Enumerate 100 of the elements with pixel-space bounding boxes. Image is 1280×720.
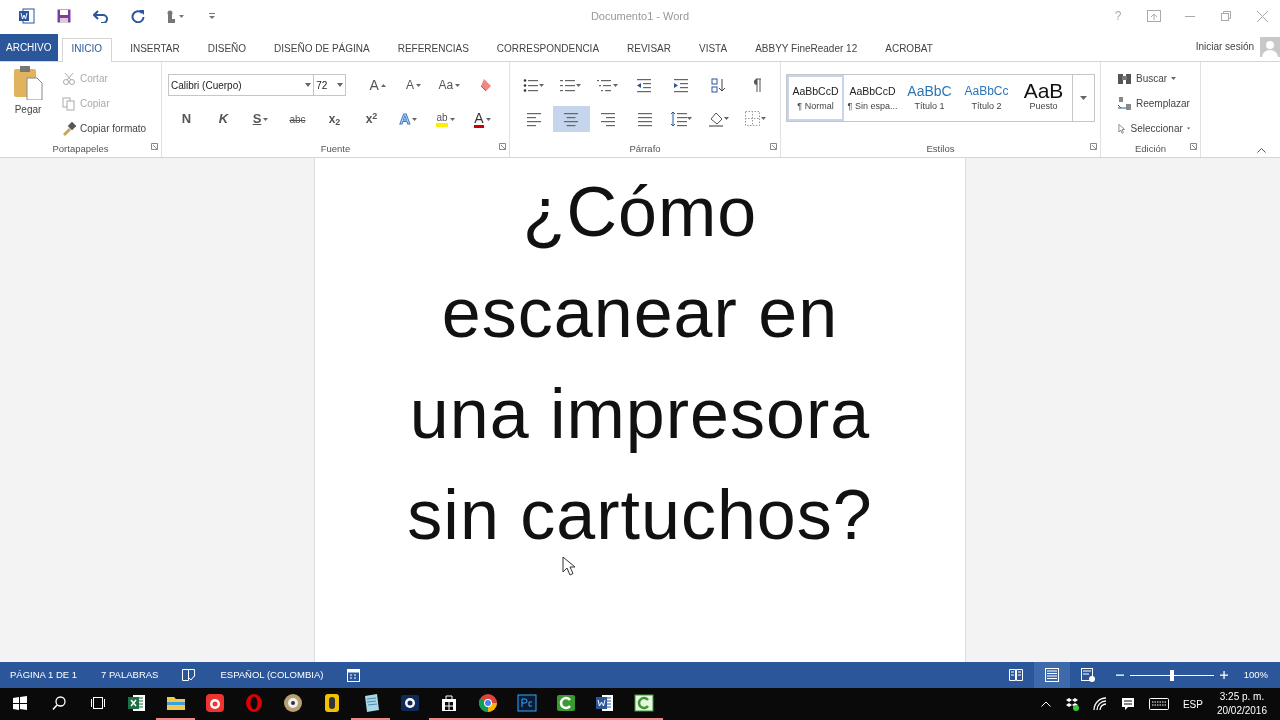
- paste-button[interactable]: Pegar: [6, 66, 50, 136]
- notification-icon[interactable]: [1120, 697, 1135, 711]
- color-button[interactable]: A: [464, 106, 501, 132]
- image-editor-app-icon: [516, 693, 537, 713]
- shrink-button[interactable]: A: [395, 72, 432, 98]
- save-icon[interactable]: [56, 9, 71, 23]
- borders-icon[interactable]: [744, 111, 767, 127]
- clock-time[interactable]: 3:25 p. m.: [1219, 690, 1265, 704]
- caret-icon: [337, 83, 344, 87]
- bold-button[interactable]: N: [168, 106, 205, 132]
- ribbon-tab[interactable]: VISTA: [688, 38, 738, 61]
- collapse-ribbon-icon[interactable]: [1257, 147, 1266, 153]
- ribbon-tab[interactable]: REFERENCIAS: [387, 38, 479, 61]
- ribbon-tab[interactable]: INICIO: [61, 38, 113, 62]
- customize-caret-icon[interactable]: [207, 12, 216, 20]
- keyboard-icon[interactable]: [1148, 698, 1169, 710]
- dialog-launcher-icon[interactable]: [151, 143, 158, 151]
- style-option[interactable]: AaBbCcD ¶ Normal: [787, 75, 844, 121]
- caret-icon: [1186, 127, 1190, 130]
- wifi-icon[interactable]: [1092, 697, 1107, 711]
- case-button[interactable]: Aa: [431, 72, 468, 98]
- page-count[interactable]: PÁGINA 1 DE 1: [10, 667, 78, 683]
- read-view-icon: [1008, 668, 1023, 682]
- document-app-icon: [594, 693, 615, 713]
- caret-icon: [1171, 77, 1177, 80]
- clipboard-painter-button[interactable]: Copiar formato: [58, 116, 151, 141]
- cut-icon: [62, 71, 76, 86]
- ring-app-icon: [243, 693, 264, 713]
- zoom-in-icon[interactable]: [1219, 671, 1228, 679]
- proofing-icon[interactable]: [182, 669, 197, 682]
- replace-icon: [1117, 96, 1132, 111]
- disc-app-icon: [282, 693, 303, 713]
- numbering-icon[interactable]: [560, 77, 583, 93]
- view-mode-button[interactable]: [1033, 662, 1070, 688]
- group-label: Párrafo: [628, 143, 662, 155]
- ribbon-tab[interactable]: DISEÑO: [197, 38, 257, 61]
- dialog-launcher-icon[interactable]: [1190, 143, 1197, 151]
- highlight-button[interactable]: ab: [427, 106, 464, 132]
- edit-replace-button[interactable]: Reemplazar: [1113, 91, 1194, 116]
- clock-date[interactable]: 20/02/2016: [1216, 704, 1267, 718]
- language-indicator[interactable]: ESPAÑOL (COLOMBIA): [220, 667, 324, 683]
- document-text: una impresora: [409, 374, 871, 454]
- ribbon-tab[interactable]: CORRESPONDENCIA: [486, 38, 610, 61]
- file-tab[interactable]: ARCHIVO: [0, 34, 58, 61]
- redo-icon[interactable]: [130, 9, 145, 23]
- zoom-level[interactable]: 100%: [1243, 667, 1268, 683]
- font-size-field[interactable]: 72: [314, 74, 347, 96]
- copy-icon: [62, 96, 76, 111]
- caret-icon: [412, 117, 418, 121]
- edit-select-button[interactable]: Seleccionar: [1113, 116, 1194, 141]
- search-icon[interactable]: [51, 696, 66, 710]
- caret-icon: [449, 117, 455, 121]
- document-text: ¿Cómo: [522, 172, 758, 252]
- more-styles-icon[interactable]: [1080, 96, 1087, 100]
- sign-in-link[interactable]: Iniciar sesión: [1195, 39, 1254, 54]
- clipboard-icon: [13, 66, 43, 100]
- undo-icon[interactable]: [92, 9, 109, 23]
- bullets-icon[interactable]: [523, 77, 546, 93]
- spreadsheet-app-icon: [126, 693, 147, 713]
- caret-icon: [263, 117, 269, 121]
- underline-button[interactable]: S: [242, 106, 279, 132]
- input-language[interactable]: ESP: [1182, 696, 1203, 712]
- macro-icon[interactable]: [347, 668, 361, 682]
- dialog-launcher-icon[interactable]: [1090, 143, 1097, 151]
- zoom-slider-thumb[interactable]: [1169, 669, 1174, 681]
- group-label: Portapapeles: [51, 143, 110, 155]
- aperture-app-icon: [399, 693, 420, 713]
- increase-indent-icon[interactable]: [673, 77, 690, 93]
- caret-icon: [455, 83, 461, 87]
- chevron-up-icon[interactable]: [1040, 701, 1051, 707]
- clear-format-icon[interactable]: [478, 78, 493, 92]
- ribbon-tab[interactable]: INSERTAR: [120, 38, 190, 61]
- decrease-indent-icon[interactable]: [637, 77, 653, 93]
- ribbon-tab[interactable]: ACROBAT: [875, 38, 943, 61]
- ribbon-tab[interactable]: DISEÑO DE PÁGINA: [264, 38, 380, 61]
- word-count[interactable]: 7 PALABRAS: [101, 667, 159, 683]
- task-view-icon[interactable]: [90, 696, 105, 710]
- alignment-button[interactable]: [552, 106, 590, 132]
- italic-button[interactable]: K: [205, 106, 242, 132]
- script-button[interactable]: x$_{2}$: [316, 106, 353, 132]
- recorder-app-icon: [204, 693, 225, 713]
- shading-icon[interactable]: [707, 111, 730, 127]
- grow-button[interactable]: A: [359, 72, 396, 98]
- web-view-icon: [1080, 668, 1095, 682]
- window-title: Documento1 - Word: [590, 9, 690, 22]
- edit-find-button[interactable]: Buscar: [1113, 66, 1194, 91]
- script-button[interactable]: x$^{2}$: [353, 106, 390, 132]
- ribbon-tab[interactable]: REVISAR: [617, 38, 681, 61]
- sort-icon[interactable]: [710, 77, 727, 93]
- line-spacing-icon[interactable]: [670, 111, 693, 127]
- dialog-launcher-icon[interactable]: [499, 143, 506, 151]
- font-family-field[interactable]: Calibri (Cuerpo): [168, 74, 315, 96]
- strike-button[interactable]: abc: [279, 106, 316, 132]
- dialog-launcher-icon[interactable]: [770, 143, 777, 151]
- ribbon-tab[interactable]: ABBYY FineReader 12: [745, 38, 868, 61]
- mouse-cursor-icon: [562, 556, 576, 576]
- multilevel-list-icon[interactable]: [597, 77, 620, 93]
- binoculars-icon: [1117, 71, 1132, 86]
- windows-start-icon[interactable]: [12, 696, 27, 710]
- cloud-sync-icon[interactable]: [1064, 697, 1079, 711]
